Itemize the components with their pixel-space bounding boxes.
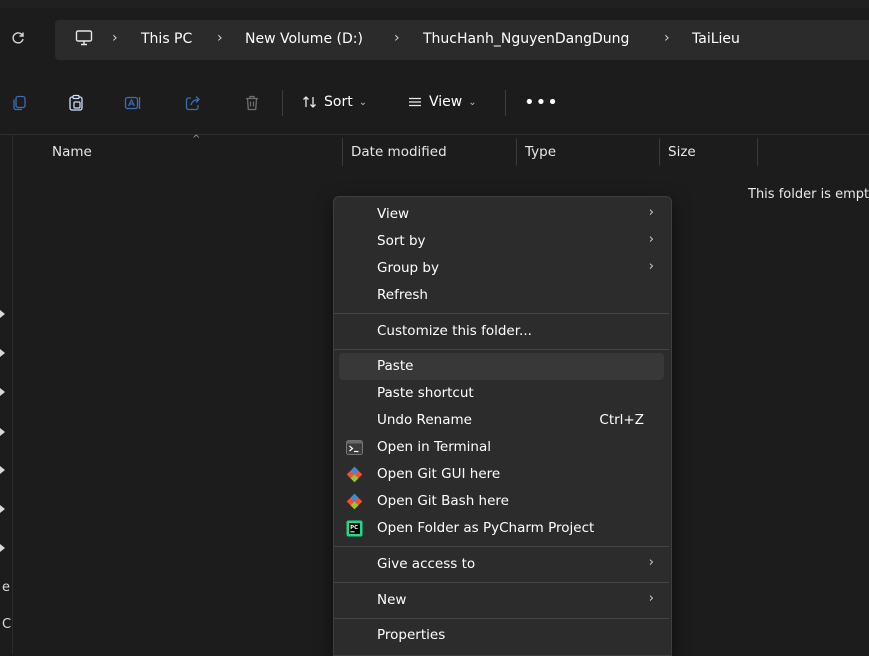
- breadcrumb-this-pc[interactable]: This PC: [141, 31, 192, 47]
- menu-separator: [334, 349, 669, 350]
- expand-arrow-icon[interactable]: [0, 428, 5, 436]
- sort-icon: [303, 96, 316, 108]
- menu-item-open-terminal[interactable]: Open in Terminal: [339, 434, 664, 461]
- menu-item-label: Open Folder as PyCharm Project: [377, 520, 595, 536]
- view-label: View: [429, 94, 463, 110]
- menu-item-label: Sort by: [377, 233, 426, 249]
- sort-button[interactable]: Sort ⌄: [302, 94, 367, 110]
- column-divider[interactable]: [757, 138, 758, 166]
- expand-arrow-icon[interactable]: [0, 310, 5, 318]
- view-list-icon: [409, 97, 421, 107]
- menu-item-label: Undo Rename: [377, 412, 472, 428]
- submenu-arrow-icon: ›: [648, 555, 654, 570]
- menu-item-label: Paste shortcut: [377, 385, 474, 401]
- sort-ascending-icon: ^: [192, 134, 201, 145]
- pycharm-icon: PC: [346, 520, 363, 537]
- column-header-type[interactable]: Type: [525, 144, 556, 160]
- rename-icon: [124, 96, 141, 110]
- nav-item-fragment[interactable]: C: [2, 617, 11, 632]
- copy-button[interactable]: [8, 92, 30, 114]
- share-button[interactable]: [182, 92, 204, 114]
- title-bar-strip: [0, 0, 869, 8]
- expand-arrow-icon[interactable]: [0, 544, 5, 552]
- menu-item-paste-shortcut[interactable]: Paste shortcut: [339, 380, 664, 407]
- menu-item-customize-folder[interactable]: Customize this folder...: [339, 318, 664, 345]
- trash-icon: [246, 95, 258, 111]
- menu-item-properties[interactable]: Properties: [339, 622, 664, 649]
- delete-button[interactable]: [241, 92, 263, 114]
- refresh-icon: [12, 32, 24, 44]
- breadcrumb-new-volume[interactable]: New Volume (D:): [245, 31, 363, 47]
- column-header-date-modified[interactable]: Date modified: [351, 144, 447, 160]
- navigation-pane-divider[interactable]: [12, 134, 13, 654]
- refresh-button[interactable]: [6, 26, 30, 50]
- menu-item-refresh[interactable]: Refresh: [339, 282, 664, 309]
- paste-icon: [69, 94, 83, 111]
- share-icon: [185, 96, 200, 111]
- submenu-arrow-icon: ›: [648, 205, 654, 220]
- submenu-arrow-icon: ›: [648, 232, 654, 247]
- menu-item-label: New: [377, 592, 407, 608]
- expand-arrow-icon[interactable]: [0, 349, 5, 357]
- menu-item-open-pycharm[interactable]: PC Open Folder as PyCharm Project: [339, 515, 664, 542]
- breadcrumb-separator: ›: [112, 30, 118, 46]
- menu-separator: [334, 313, 669, 314]
- terminal-icon: [346, 440, 363, 455]
- breadcrumb-separator: ›: [664, 30, 670, 46]
- more-options-button[interactable]: •••: [524, 92, 559, 113]
- keyboard-shortcut: Ctrl+Z: [599, 412, 644, 428]
- submenu-arrow-icon: ›: [648, 259, 654, 274]
- git-logo-icon: [346, 493, 363, 510]
- expand-arrow-icon[interactable]: [0, 388, 5, 396]
- chevron-down-icon: ⌄: [468, 96, 477, 108]
- view-button[interactable]: View ⌄: [407, 94, 477, 110]
- menu-item-label: Paste: [377, 358, 414, 374]
- column-divider[interactable]: [342, 138, 343, 166]
- rename-button[interactable]: [122, 92, 144, 114]
- menu-item-sort-by[interactable]: Sort by ›: [339, 228, 664, 255]
- menu-item-label: Open in Terminal: [377, 439, 491, 455]
- sort-label: Sort: [324, 94, 353, 110]
- menu-item-label: Give access to: [377, 556, 476, 572]
- column-divider[interactable]: [516, 138, 517, 166]
- menu-item-give-access[interactable]: Give access to ›: [339, 551, 664, 578]
- menu-item-new[interactable]: New ›: [339, 587, 664, 614]
- menu-item-label: Customize this folder...: [377, 323, 532, 339]
- menu-item-label: View: [377, 206, 410, 222]
- menu-item-label: Open Git GUI here: [377, 466, 501, 482]
- expand-arrow-icon[interactable]: [0, 466, 5, 474]
- breadcrumb-tailieu[interactable]: TaiLieu: [692, 31, 740, 47]
- menu-separator: [334, 582, 669, 583]
- menu-separator: [334, 546, 669, 547]
- empty-folder-message: This folder is empty.: [748, 187, 869, 202]
- column-header-name[interactable]: Name: [52, 144, 92, 160]
- expand-arrow-icon[interactable]: [0, 505, 5, 513]
- breadcrumb-separator: ›: [394, 30, 400, 46]
- menu-item-label: Open Git Bash here: [377, 493, 509, 509]
- column-header-size[interactable]: Size: [668, 144, 696, 160]
- toolbar-divider: [282, 90, 283, 116]
- this-pc-icon[interactable]: [74, 28, 94, 52]
- menu-item-label: Properties: [377, 627, 446, 643]
- menu-separator: [334, 618, 669, 619]
- nav-item-fragment[interactable]: e: [2, 580, 10, 595]
- menu-item-view[interactable]: View ›: [339, 201, 664, 228]
- svg-text:PC: PC: [350, 525, 358, 531]
- submenu-arrow-icon: ›: [648, 591, 654, 606]
- breadcrumb-thuchanh[interactable]: ThucHanh_NguyenDangDung: [423, 31, 629, 47]
- toolbar-divider: [505, 90, 506, 116]
- breadcrumb-separator: ›: [217, 30, 223, 46]
- chevron-down-icon: ⌄: [358, 96, 368, 108]
- menu-item-group-by[interactable]: Group by ›: [339, 255, 664, 282]
- paste-button[interactable]: [65, 92, 87, 114]
- menu-item-open-git-bash[interactable]: Open Git Bash here: [339, 488, 664, 515]
- menu-item-open-git-gui[interactable]: Open Git GUI here: [339, 461, 664, 488]
- menu-item-label: Group by: [377, 260, 439, 276]
- menu-item-label: Refresh: [377, 287, 428, 303]
- column-divider[interactable]: [659, 138, 660, 166]
- menu-item-paste[interactable]: Paste: [339, 353, 664, 380]
- git-logo-icon: [346, 466, 363, 483]
- copy-icon: [13, 95, 26, 111]
- menu-item-undo-rename[interactable]: Undo Rename Ctrl+Z: [339, 407, 664, 434]
